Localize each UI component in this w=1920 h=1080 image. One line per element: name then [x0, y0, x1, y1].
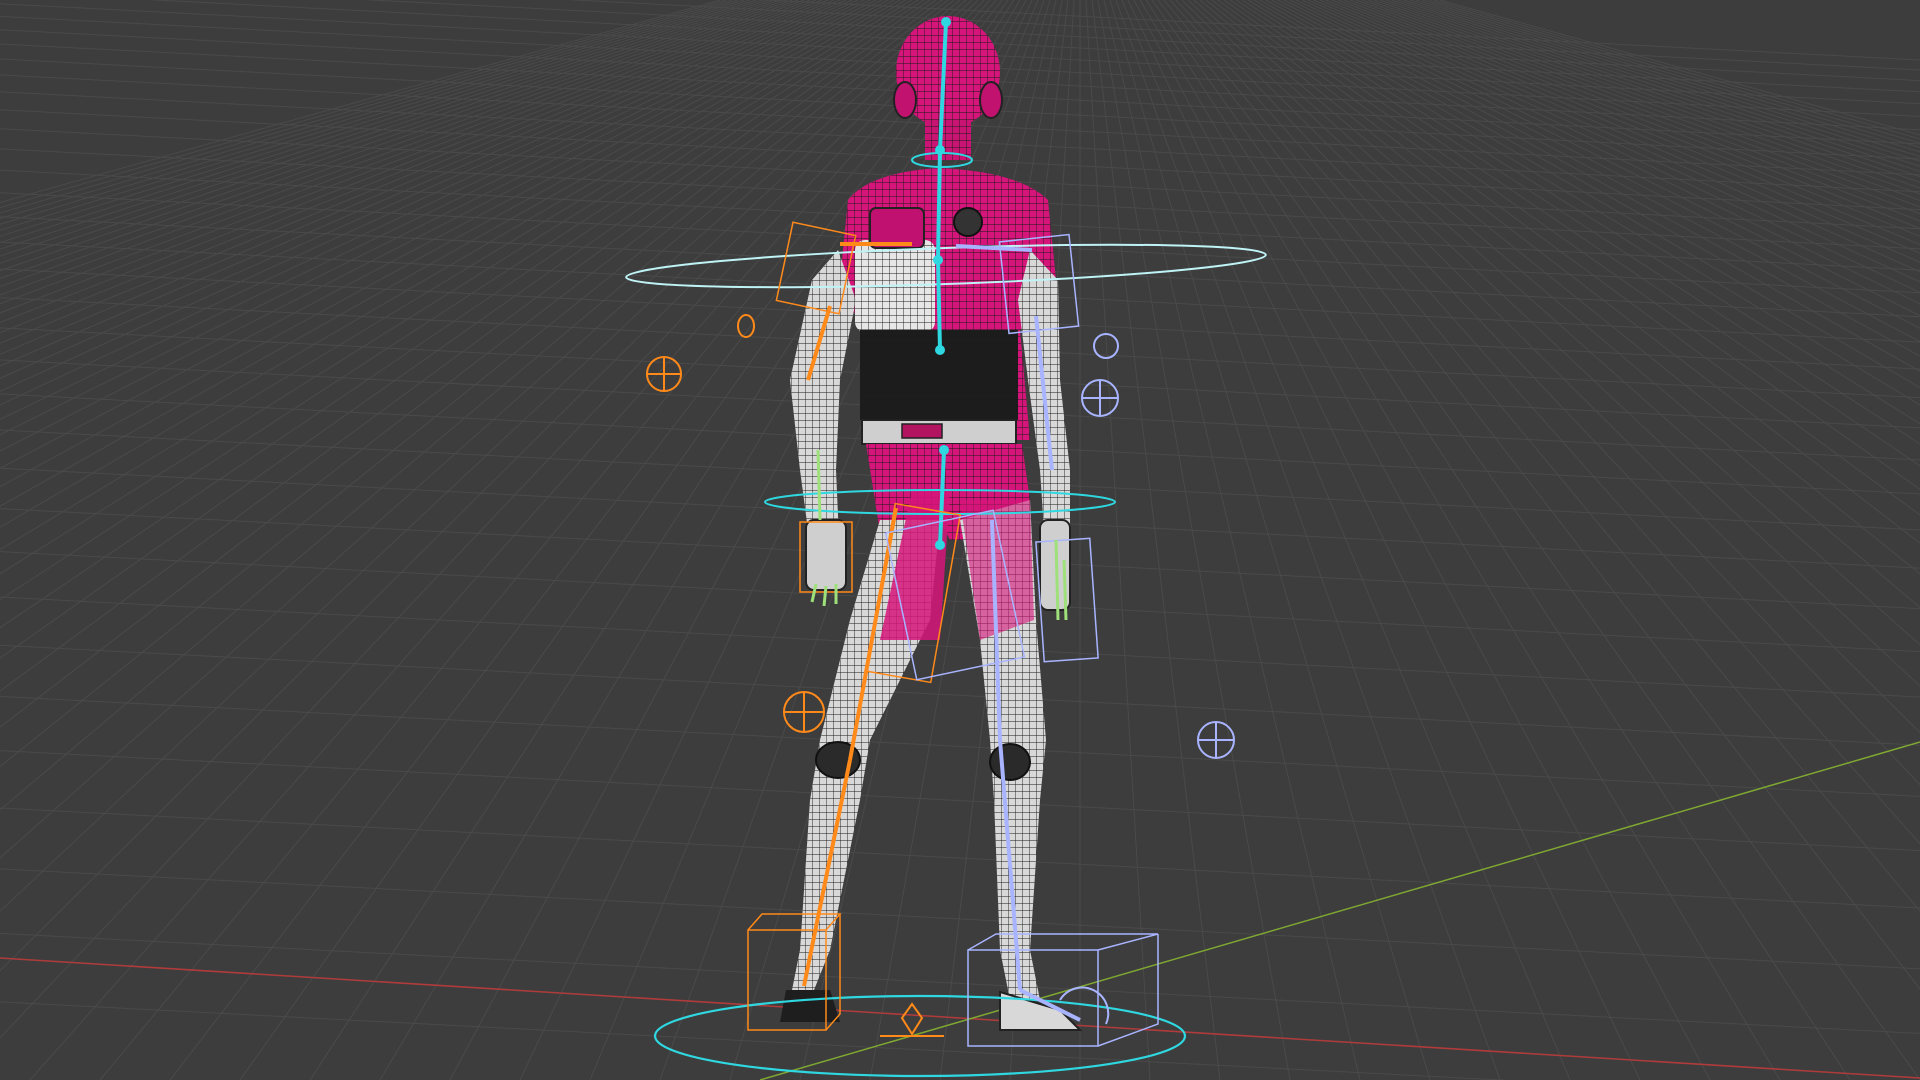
grid-line [0, 0, 859, 392]
grid-line [1403, 0, 1920, 162]
grid-line [0, 0, 835, 344]
right-elbow-pole-target[interactable] [1081, 379, 1119, 417]
grid-line [1139, 0, 1781, 1080]
left-knee-pole-target[interactable] [783, 691, 825, 733]
grid-line [0, 0, 829, 334]
grid-line [1355, 0, 1920, 208]
head [893, 16, 1003, 160]
grid-line [0, 0, 769, 250]
y-axis-line [759, 741, 1920, 1080]
grid-line [1091, 0, 1221, 1080]
grid-line [1103, 0, 1361, 1080]
grid-line [0, 0, 907, 528]
grid-line [1163, 0, 1920, 913]
grid-line [1397, 0, 1920, 167]
grid-line [0, 0, 901, 507]
left-clavicle-control[interactable] [737, 314, 755, 338]
grid-line [0, 0, 811, 305]
grid-line [99, 0, 997, 1080]
grid-line [1097, 0, 1291, 1080]
grid-line [0, 0, 781, 264]
grid-line [1343, 0, 1920, 222]
grid-line [0, 807, 1920, 909]
grid-line [0, 0, 805, 296]
grid-line [0, 0, 841, 355]
grid-line [1325, 0, 1920, 246]
grid-line [1145, 0, 1851, 1080]
left-elbow-pole-target[interactable] [646, 356, 682, 392]
grid-line [1265, 0, 1920, 357]
grid-line [0, 0, 799, 288]
grid-line [0, 0, 895, 488]
grid-line [1295, 0, 1920, 294]
grid-line [0, 0, 931, 629]
viewport-canvas[interactable] [0, 0, 1920, 1080]
grid-line [0, 0, 919, 575]
grid-line [0, 0, 925, 601]
grid-line [1181, 0, 1920, 734]
grid-line [0, 0, 847, 367]
grid-line [0, 596, 1920, 698]
grid-line [1157, 0, 1920, 990]
grid-line [0, 750, 1920, 852]
grid-line [1115, 0, 1501, 1080]
grid-line [0, 0, 877, 436]
grid-line [1271, 0, 1920, 343]
grid-line [0, 0, 733, 214]
root-move-icon[interactable] [880, 1002, 944, 1037]
grid-line [1151, 0, 1920, 1080]
grid-line [1223, 0, 1920, 490]
3d-viewport[interactable] [0, 0, 1920, 1080]
grid-line [1193, 0, 1920, 646]
grid-line [1367, 0, 1920, 195]
grid-line [0, 1001, 1511, 1080]
grid-line [0, 644, 1920, 746]
grid-line [1259, 0, 1920, 372]
grid-line [0, 0, 889, 469]
grid-line [1229, 0, 1920, 467]
grid-line [1217, 0, 1920, 516]
grid-line [1373, 0, 1920, 189]
grid-line [0, 868, 1920, 970]
grid-line [0, 0, 937, 659]
grid-line [1133, 0, 1711, 1080]
grid-line [1349, 0, 1920, 215]
grid-line [1337, 0, 1920, 229]
grid-line [1085, 0, 1151, 1080]
right-knee-pole-target[interactable] [1197, 721, 1235, 759]
grid-line [0, 0, 823, 324]
